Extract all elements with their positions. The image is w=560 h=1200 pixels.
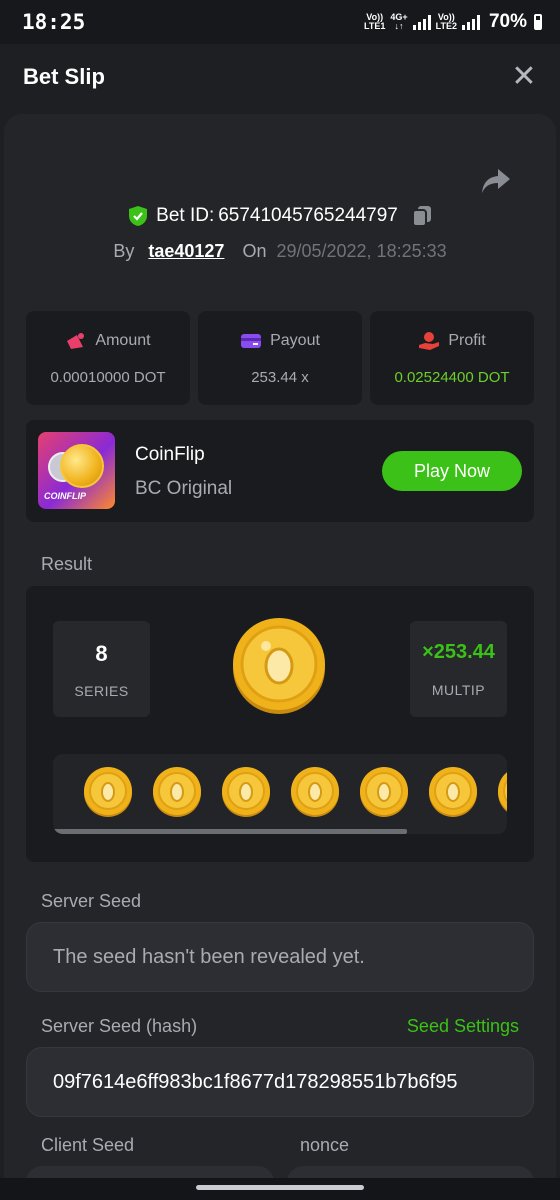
page-title: Bet Slip xyxy=(23,64,105,89)
signal-1-icon xyxy=(412,14,431,30)
client-seed-label: Client Seed xyxy=(41,1135,135,1155)
coinflip-thumbnail[interactable]: COINFLIP xyxy=(38,432,115,509)
network-1-label: Vo)) LTE1 xyxy=(364,12,386,31)
coin-result-icon xyxy=(291,767,339,817)
result-box: 8 SERIES ×253.44 MULTIP xyxy=(26,586,534,862)
status-time: 18:25 xyxy=(22,10,86,34)
network-2-label: Vo)) LTE2 xyxy=(435,12,457,31)
profit-value: 0.02524400 DOT xyxy=(394,369,510,386)
coin-result-icon xyxy=(84,767,132,817)
battery-icon xyxy=(534,14,542,30)
profit-label: Profit xyxy=(448,332,486,349)
bet-meta-row: By tae40127 On 29/05/2022, 18:25:33 xyxy=(0,241,560,262)
status-icons: Vo)) LTE1 4G+ ↓↑ Vo)) LTE2 70% xyxy=(364,11,542,33)
payout-card: Payout 253.44 x xyxy=(198,311,362,405)
bet-stats: Amount 0.00010000 DOT Payout 253.44 x Pr… xyxy=(26,311,534,405)
share-icon[interactable] xyxy=(480,166,512,196)
close-icon[interactable]: ✕ xyxy=(510,62,538,92)
by-label: By xyxy=(113,241,135,261)
coin-results-row xyxy=(83,767,507,817)
bet-id-label: Bet ID: xyxy=(156,205,215,226)
bet-id-value: 65741045765244797 xyxy=(218,205,398,226)
multiplier-card: ×253.44 MULTIP xyxy=(410,621,507,717)
network-type-label: 4G+ ↓↑ xyxy=(390,12,408,31)
shield-check-icon xyxy=(129,206,148,226)
scrollbar-thumb[interactable] xyxy=(53,829,407,834)
server-seed-label: Server Seed xyxy=(41,891,142,911)
game-name: CoinFlip xyxy=(135,444,205,465)
bet-datetime: 29/05/2022, 18:25:33 xyxy=(276,241,447,261)
status-bar: 18:25 Vo)) LTE1 4G+ ↓↑ Vo)) LTE2 70% xyxy=(0,0,560,44)
profit-hand-icon xyxy=(419,332,440,350)
multiplier-label: MULTIP xyxy=(431,682,486,698)
server-seed-hash-label: Server Seed (hash) xyxy=(41,1016,198,1036)
series-value: 8 xyxy=(95,641,108,666)
bet-id-row: Bet ID: 65741045765244797 xyxy=(0,205,560,227)
coin-results-strip[interactable] xyxy=(53,754,507,834)
amount-icon xyxy=(67,333,85,349)
coin-result-icon xyxy=(153,767,201,817)
gold-coin-icon xyxy=(60,444,104,488)
payout-card-icon xyxy=(241,334,262,348)
result-label: Result xyxy=(41,554,93,574)
bet-slip-header: Bet Slip ✕ xyxy=(0,44,560,112)
system-nav-bar xyxy=(0,1178,560,1200)
series-label: SERIES xyxy=(74,683,129,699)
game-card: COINFLIP CoinFlip BC Original Play Now xyxy=(26,420,534,522)
thumbnail-label: COINFLIP xyxy=(44,491,86,501)
coin-result-icon xyxy=(498,772,507,812)
gold-coin-icon xyxy=(233,618,325,714)
game-subtitle: BC Original xyxy=(135,478,233,499)
play-now-button[interactable]: Play Now xyxy=(382,451,522,491)
coin-result-icon xyxy=(360,767,408,817)
seed-settings-link[interactable]: Seed Settings xyxy=(407,1016,519,1037)
battery-percent: 70% xyxy=(488,11,527,32)
profit-card: Profit 0.02524400 DOT xyxy=(370,311,534,405)
coin-result-icon xyxy=(429,767,477,817)
amount-value: 0.00010000 DOT xyxy=(50,369,166,386)
signal-2-icon xyxy=(461,14,480,30)
copy-icon[interactable] xyxy=(411,205,432,227)
coin-result-icon xyxy=(222,767,270,817)
amount-label: Amount xyxy=(95,332,151,349)
amount-card: Amount 0.00010000 DOT xyxy=(26,311,190,405)
payout-label: Payout xyxy=(270,332,320,349)
bettor-username-link[interactable]: tae40127 xyxy=(148,241,224,262)
payout-value: 253.44 x xyxy=(251,369,309,386)
server-seed-hash-field[interactable]: 09f7614e6ff983bc1f8677d178298551b7b6f95 xyxy=(26,1047,534,1117)
multiplier-value: ×253.44 xyxy=(422,641,495,663)
on-label: On xyxy=(242,241,267,261)
nonce-label: nonce xyxy=(300,1135,350,1155)
home-gesture-handle[interactable] xyxy=(196,1185,364,1190)
server-seed-field[interactable]: The seed hasn't been revealed yet. xyxy=(26,922,534,992)
series-card: 8 SERIES xyxy=(53,621,150,717)
